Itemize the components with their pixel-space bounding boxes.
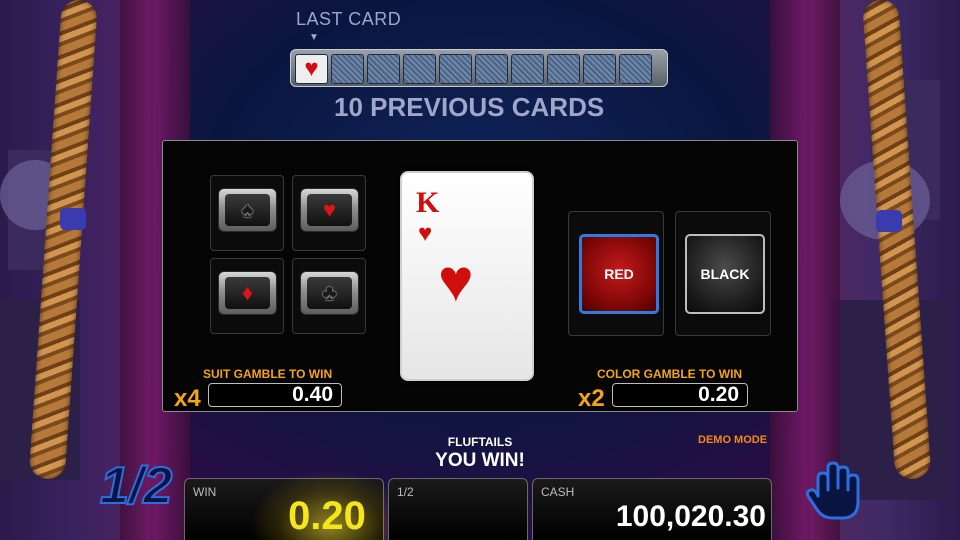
win-message: YOU WIN! bbox=[435, 450, 525, 471]
player-name: FLUFTAILS bbox=[447, 435, 513, 449]
history-card-back bbox=[547, 54, 580, 84]
left-rope-tie bbox=[60, 208, 86, 230]
previous-cards-label: 10 PREVIOUS CARDS bbox=[334, 92, 605, 122]
history-card-face: ♥ bbox=[295, 54, 328, 84]
spade-button[interactable]: ♠ bbox=[218, 188, 277, 232]
half-gamble-icon[interactable]: 1/2 bbox=[99, 456, 173, 516]
color-gamble-label: COLOR GAMBLE TO WIN bbox=[597, 367, 743, 381]
demo-mode-label: DEMO MODE bbox=[698, 434, 768, 446]
suit-cell-heart: ♥ bbox=[292, 175, 366, 251]
color-multiplier: x2 bbox=[578, 385, 605, 412]
right-rope-tie bbox=[876, 210, 902, 232]
diamond-icon: ♦ bbox=[225, 277, 270, 309]
card-history-strip: ♥ bbox=[290, 49, 668, 87]
touch-hand-icon[interactable] bbox=[804, 456, 864, 526]
suit-gamble-value: 0.40 bbox=[208, 383, 342, 407]
history-card-back bbox=[403, 54, 436, 84]
last-card-label: LAST CARD bbox=[296, 9, 402, 29]
suit-multiplier: x4 bbox=[174, 385, 201, 412]
current-card-rank: K bbox=[416, 186, 440, 219]
cash-value: 100,020.30 bbox=[615, 500, 766, 533]
heart-icon: ♥ bbox=[307, 194, 352, 226]
color-gamble-value: 0.20 bbox=[612, 383, 748, 407]
suit-cell-diamond: ♦ bbox=[210, 258, 284, 334]
club-button[interactable]: ♣ bbox=[300, 271, 359, 315]
suit-gamble-label: SUIT GAMBLE TO WIN bbox=[203, 367, 333, 381]
current-card-suit-icon: ♥ bbox=[438, 247, 474, 314]
suit-cell-club: ♣ bbox=[292, 258, 366, 334]
history-card-back bbox=[367, 54, 400, 84]
history-card-back bbox=[439, 54, 472, 84]
spade-icon: ♠ bbox=[225, 194, 270, 226]
cash-label: CASH bbox=[541, 485, 575, 499]
history-card-back bbox=[331, 54, 364, 84]
history-card-back bbox=[475, 54, 508, 84]
heart-button[interactable]: ♥ bbox=[300, 188, 359, 232]
half-gamble-label: 1/2 bbox=[397, 485, 414, 499]
current-card-suit-small-icon: ♥ bbox=[418, 220, 433, 247]
history-card-back bbox=[511, 54, 544, 84]
diamond-button[interactable]: ♦ bbox=[218, 271, 277, 315]
history-card-back bbox=[619, 54, 652, 84]
black-button[interactable]: BLACK bbox=[685, 234, 765, 314]
history-card-back bbox=[583, 54, 616, 84]
red-button[interactable]: RED bbox=[579, 234, 659, 314]
suit-cell-spade: ♠ bbox=[210, 175, 284, 251]
last-card-pointer-icon: ▼ bbox=[309, 32, 319, 43]
half-gamble-box[interactable]: 1/2 bbox=[388, 478, 528, 540]
club-icon: ♣ bbox=[307, 277, 352, 309]
